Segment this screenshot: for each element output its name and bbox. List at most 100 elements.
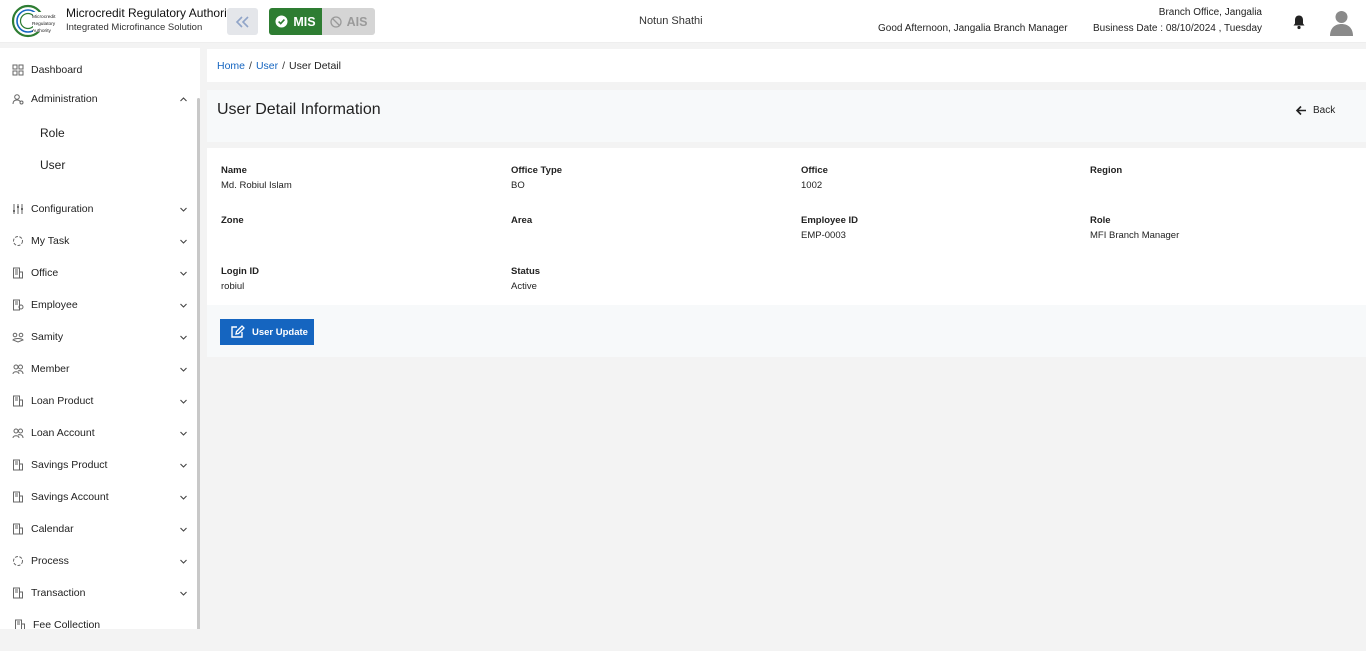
mra-logo: Microcredit Regulatory Authority — [11, 4, 59, 38]
sidebar-item-calendar[interactable]: Calendar — [0, 518, 196, 540]
sliders-icon — [13, 204, 23, 214]
breadcrumb-current: User Detail — [289, 60, 341, 72]
office-icon — [13, 267, 23, 279]
chevron-down-icon — [180, 559, 187, 564]
sidebar-collapse-button[interactable] — [227, 8, 258, 35]
sidebar-scrollbar[interactable] — [197, 98, 200, 629]
sidebar-item-my-task[interactable]: My Task — [0, 230, 196, 252]
field-employee-id: Employee ID EMP-0003 — [801, 215, 1081, 241]
title-bar: User Detail Information Back — [207, 90, 1366, 142]
business-date: Business Date : 08/10/2024 , Tuesday — [1093, 23, 1262, 34]
field-status: Status Active — [511, 266, 791, 292]
ais-toggle-button[interactable]: AIS — [322, 8, 375, 35]
sidebar-item-savings-product[interactable]: Savings Product — [0, 454, 196, 476]
svg-text:Microcredit: Microcredit — [32, 14, 56, 20]
module-toggle: MIS AIS — [269, 8, 375, 35]
field-label: Name — [221, 165, 247, 176]
sidebar-item-savings-account[interactable]: Savings Account — [0, 486, 196, 508]
field-label: Office — [801, 165, 828, 176]
sidebar-item-loan-account[interactable]: Loan Account — [0, 422, 196, 444]
sidebar-item-label: Savings Account — [31, 491, 109, 503]
field-label: Area — [511, 215, 533, 226]
double-chevron-left-icon — [235, 15, 249, 28]
sidebar-item-label: Transaction — [31, 587, 86, 599]
breadcrumb-user-link[interactable]: User — [256, 60, 278, 72]
sidebar-item-label: Samity — [31, 331, 64, 343]
sidebar-item-configuration[interactable]: Configuration — [0, 198, 196, 220]
field-label: Office Type — [511, 165, 563, 176]
chevron-down-icon — [180, 303, 187, 308]
sidebar-item-dashboard[interactable]: Dashboard — [0, 59, 196, 81]
sidebar-item-label: Loan Product — [31, 395, 94, 407]
mis-toggle-button[interactable]: MIS — [269, 8, 322, 35]
loan-account-icon — [12, 428, 24, 439]
user-update-button[interactable]: User Update — [220, 319, 314, 345]
field-region: Region — [1090, 165, 1366, 180]
savings-account-icon — [13, 491, 23, 503]
org-name: Microcredit Regulatory Authority — [66, 6, 237, 20]
sidebar-subitem-user[interactable]: User — [0, 154, 196, 176]
sidebar-item-member[interactable]: Member — [0, 358, 196, 380]
chevron-down-icon — [180, 431, 187, 436]
sidebar-subitem-label: Role — [40, 126, 65, 140]
transaction-icon — [13, 587, 23, 599]
sidebar-item-office[interactable]: Office — [0, 262, 196, 284]
bell-icon[interactable] — [1292, 14, 1306, 30]
sidebar-item-process[interactable]: Process — [0, 550, 196, 572]
field-label: Login ID — [221, 266, 259, 277]
field-value: Md. Robiul Islam — [221, 180, 292, 191]
sidebar-subitem-label: User — [40, 158, 66, 172]
sidebar-item-label: Administration — [31, 93, 98, 105]
user-avatar-icon[interactable] — [1329, 9, 1354, 36]
breadcrumb: Home / User / User Detail — [217, 60, 341, 72]
field-label: Employee ID — [801, 215, 859, 226]
sidebar-item-employee[interactable]: Employee — [0, 294, 196, 316]
loan-product-icon — [13, 395, 23, 407]
back-button[interactable]: Back — [1295, 105, 1335, 116]
chevron-down-icon — [180, 367, 187, 372]
admin-icon — [12, 94, 24, 105]
disabled-icon — [329, 15, 342, 28]
user-detail-card: Name Md. Robiul Islam Office Type BO Off… — [207, 148, 1366, 305]
field-office: Office 1002 — [801, 165, 1081, 191]
svg-text:Regulatory: Regulatory — [32, 21, 56, 27]
sidebar-item-label: Process — [31, 555, 69, 567]
sidebar-item-label: Employee — [31, 299, 78, 311]
grid-icon — [12, 64, 24, 76]
chevron-down-icon — [180, 591, 187, 596]
chevron-down-icon — [180, 239, 187, 244]
field-role: Role MFI Branch Manager — [1090, 215, 1366, 241]
chevron-down-icon — [180, 271, 187, 276]
field-label: Role — [1090, 215, 1111, 226]
sidebar-item-loan-product[interactable]: Loan Product — [0, 390, 196, 412]
sidebar-item-fee-collection[interactable]: Fee Collection — [0, 614, 196, 629]
arrow-left-icon — [1295, 105, 1306, 116]
member-icon — [12, 364, 24, 375]
field-label: Status — [511, 266, 541, 277]
sidebar-item-label: Fee Collection — [33, 619, 101, 629]
employee-icon — [13, 299, 24, 311]
sidebar: Dashboard Administration Role User Confi… — [0, 48, 200, 629]
breadcrumb-separator: / — [282, 60, 286, 72]
user-update-label: User Update — [252, 326, 308, 338]
sidebar-item-label: Office — [31, 267, 59, 279]
org-subtitle: Integrated Microfinance Solution — [66, 22, 203, 33]
field-value: BO — [511, 180, 525, 191]
sidebar-subitem-role[interactable]: Role — [0, 122, 196, 144]
sidebar-item-transaction[interactable]: Transaction — [0, 582, 196, 604]
greeting-text: Good Afternoon, Jangalia Branch Manager — [878, 23, 1068, 34]
savings-product-icon — [13, 459, 23, 471]
chevron-down-icon — [180, 527, 187, 532]
sidebar-item-label: Dashboard — [31, 64, 83, 76]
breadcrumb-home-link[interactable]: Home — [217, 60, 245, 72]
sidebar-item-label: Configuration — [31, 203, 94, 215]
action-bar: User Update — [207, 305, 1366, 357]
chevron-up-icon — [180, 96, 187, 101]
sidebar-item-samity[interactable]: Samity — [0, 326, 196, 348]
field-label: Zone — [221, 215, 244, 226]
sidebar-item-label: Member — [31, 363, 70, 375]
field-name: Name Md. Robiul Islam — [221, 165, 501, 191]
sidebar-item-administration[interactable]: Administration — [0, 88, 196, 110]
field-value: Active — [511, 281, 537, 292]
samity-icon — [12, 332, 24, 343]
